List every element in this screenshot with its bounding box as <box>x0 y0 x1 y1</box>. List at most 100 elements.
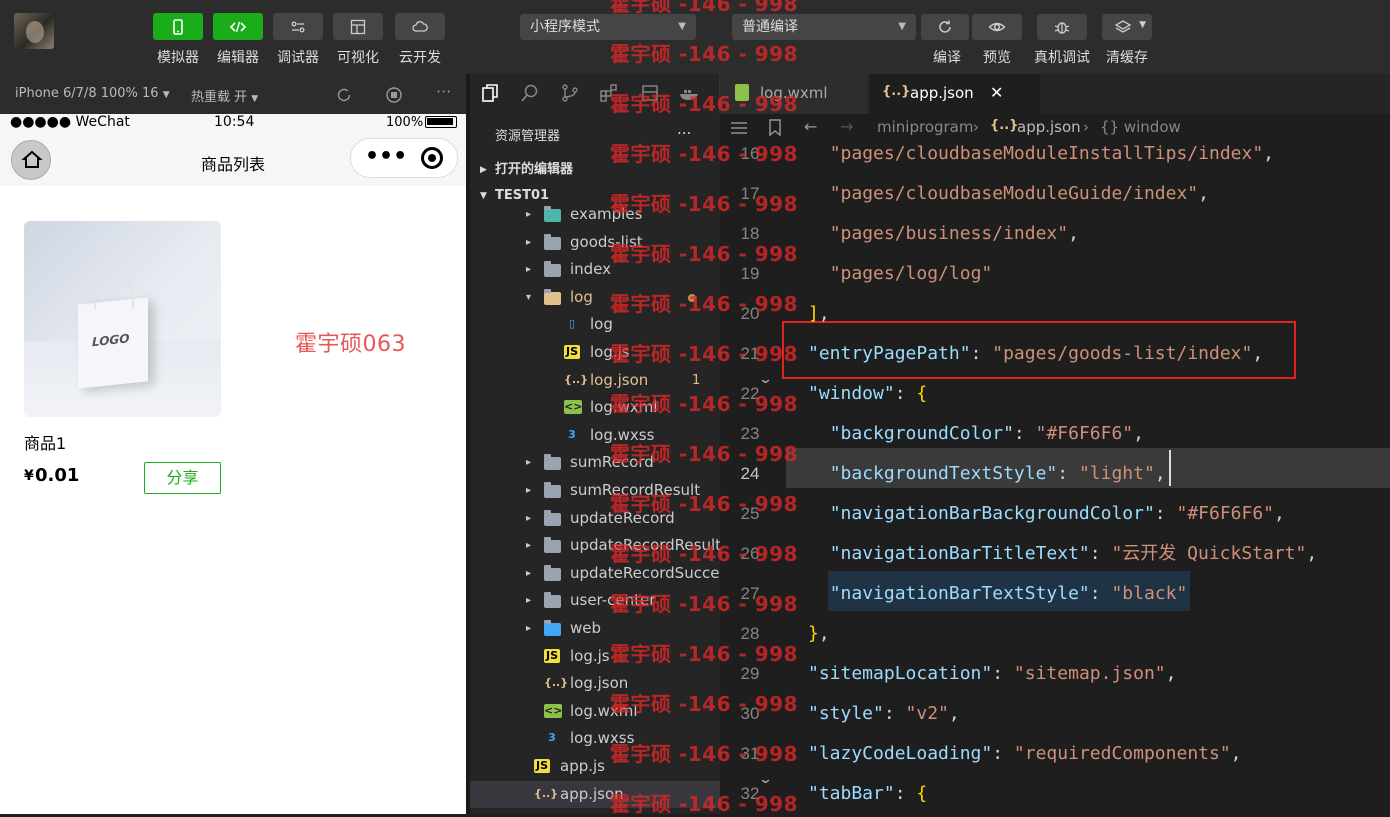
files-icon[interactable] <box>480 83 500 103</box>
tree-item[interactable]: ▸ goods-list <box>470 229 720 256</box>
clear-cache-button[interactable]: ▼ <box>1102 14 1152 40</box>
product-image[interactable]: LOGO <box>24 221 221 417</box>
tab-log-wxml[interactable]: log.wxml <box>720 74 868 114</box>
tree-item[interactable]: ▸ sumRecordResult <box>470 477 720 504</box>
chevron-right-icon: ▸ <box>526 512 532 524</box>
git-branch-icon[interactable] <box>560 83 580 103</box>
tree-item[interactable]: ▸ examples <box>470 201 720 228</box>
tree-item-label: log.json <box>590 370 649 389</box>
json-file-icon: {..} <box>544 676 569 690</box>
folder-icon <box>544 261 561 278</box>
code-line[interactable]: 27 "navigationBarTextStyle": "black" <box>720 574 1390 614</box>
cloud-icon <box>412 20 428 32</box>
line-number: 19 <box>740 264 760 283</box>
hot-reload-select[interactable]: 热重载 开 ▼ <box>191 86 258 105</box>
code-line[interactable]: 19 "pages/log/log" <box>720 254 1390 294</box>
docker-icon[interactable] <box>678 83 700 103</box>
tree-item[interactable]: ▾ log <box>470 284 720 311</box>
compile-select[interactable]: 普通编译 ▼ <box>732 14 916 40</box>
code-text: "backgroundColor": "#F6F6F6", <box>829 423 1144 444</box>
more-icon[interactable]: ··· <box>436 82 451 101</box>
tree-item[interactable]: 3 log.wxss <box>470 725 720 752</box>
tree-item[interactable]: ▸ user-center <box>470 587 720 614</box>
code-line[interactable]: 17 "pages/cloudbaseModuleGuide/index", <box>720 174 1390 214</box>
close-icon[interactable]: ✕ <box>990 83 1003 102</box>
code-line[interactable]: 26 "navigationBarTitleText": "云开发 QuickS… <box>720 534 1390 574</box>
tree-item[interactable]: 3 log.wxss <box>470 422 720 449</box>
fold-chevron-icon[interactable]: ⌄ <box>758 772 773 787</box>
tree-item[interactable]: JS app.js <box>470 753 720 780</box>
mode-select[interactable]: 小程序模式 ▼ <box>520 14 696 40</box>
tree-item[interactable]: ▸ updateRecordSuccess <box>470 560 735 587</box>
simulator-toggle-button[interactable] <box>153 13 203 40</box>
search-icon[interactable] <box>520 83 540 103</box>
close-capsule-icon[interactable] <box>421 147 443 169</box>
tree-item-label: sumRecordResult <box>570 481 701 499</box>
editor-toggle-button[interactable] <box>213 13 263 40</box>
json-file-icon: {..} <box>990 118 1019 133</box>
tree-item[interactable]: JS log.js <box>470 339 720 366</box>
storage-icon[interactable] <box>640 83 660 103</box>
more-dots-icon[interactable]: ••• <box>365 143 407 171</box>
tree-item[interactable]: <> log.wxml <box>470 698 720 725</box>
tree-item[interactable]: ▸ sumRecord <box>470 449 720 476</box>
code-line[interactable]: 32 "tabBar": { <box>720 774 1390 814</box>
cloud-dev-label: 云开发 <box>399 50 441 66</box>
code-line[interactable]: 22 "window": { <box>720 374 1390 414</box>
code-line[interactable]: 20], <box>720 294 1390 334</box>
code-line[interactable]: 29 "sitemapLocation": "sitemap.json", <box>720 654 1390 694</box>
watermark-phone: 霍宇硕063 <box>295 332 406 357</box>
code-line[interactable]: 31 "lazyCodeLoading": "requiredComponents… <box>720 734 1390 774</box>
code-text: "navigationBarTextStyle": "black" <box>829 583 1188 604</box>
layout-icon <box>350 19 366 34</box>
tree-item[interactable]: JS log.js <box>470 643 720 670</box>
file-explorer: 资源管理器 ... ▶ 打开的编辑器 ▼ TEST01 ▸ examples ▸ go… <box>470 74 735 814</box>
code-line[interactable]: 25 "navigationBarBackgroundColor": "#F6F… <box>720 494 1390 534</box>
stop-icon[interactable] <box>385 86 403 104</box>
preview-button[interactable] <box>972 14 1022 40</box>
modified-dot-icon <box>688 293 696 302</box>
user-avatar[interactable] <box>14 13 54 49</box>
tab-label: log.wxml <box>760 84 828 102</box>
explorer-more-icon[interactable]: ... <box>677 120 691 138</box>
main-toolbar: 模拟器 编辑器 调试器 可视化 云开发 小程序模式 ▼ 普通编译 ▼ 编译 预览… <box>0 0 1390 74</box>
visual-toggle-button[interactable] <box>333 13 383 40</box>
code-line[interactable]: 30 "style": "v2", <box>720 694 1390 734</box>
tree-item[interactable]: ▯ log <box>470 311 720 338</box>
tree-item[interactable]: {..} app.json <box>470 780 720 808</box>
tree-item-label: updateRecordSuccess <box>570 563 736 582</box>
tree-item[interactable]: {..} log.json 1 <box>470 367 720 394</box>
wxml-file-icon <box>735 84 749 101</box>
line-number: 17 <box>740 184 760 203</box>
tree-item[interactable]: {..} log.json <box>470 670 720 697</box>
cloud-dev-button[interactable] <box>395 13 445 40</box>
tree-item[interactable]: ▸ index <box>470 256 720 283</box>
extensions-icon[interactable] <box>599 83 619 103</box>
tab-app-json[interactable]: {..} app.json ✕ <box>870 74 1040 114</box>
code-line[interactable]: 18 "pages/business/index", <box>720 214 1390 254</box>
code-text: "navigationBarTitleText": "云开发 QuickStar… <box>829 543 1318 564</box>
device-select[interactable]: iPhone 6/7/8 100% 16 ▼ <box>15 86 170 101</box>
share-button[interactable]: 分享 <box>144 462 221 494</box>
code-line[interactable]: 21 "entryPagePath": "pages/goods-list/ind… <box>720 334 1390 374</box>
code-line[interactable]: 16 "pages/cloudbaseModuleInstallTips/ind… <box>720 134 1390 174</box>
code-line[interactable]: 23 "backgroundColor": "#F6F6F6", <box>720 414 1390 454</box>
status-carrier: ●●●●● WeChat <box>10 114 130 130</box>
fold-chevron-icon[interactable]: ⌄ <box>758 372 773 387</box>
tree-item[interactable]: <> log.wxml <box>470 394 720 421</box>
bug-icon <box>1054 22 1070 34</box>
code-text: "pages/cloudbaseModuleGuide/index", <box>829 183 1209 204</box>
chevron-right-icon: ▶ <box>480 165 487 175</box>
reload-icon[interactable] <box>335 86 353 104</box>
js-file-icon: JS <box>564 345 580 359</box>
tree-item[interactable]: ▸ web <box>470 615 720 642</box>
tree-item[interactable]: ▸ updateRecord <box>470 505 720 532</box>
code-line[interactable]: 28}, <box>720 614 1390 654</box>
tree-item[interactable]: ▸ updateRecordResult <box>470 532 721 559</box>
compile-button[interactable] <box>921 14 969 40</box>
open-editors-section[interactable]: ▶ 打开的编辑器 <box>470 158 720 182</box>
line-number: 31 <box>740 744 760 763</box>
code-line[interactable]: 24 "backgroundTextStyle": "light", <box>720 454 1390 494</box>
debugger-toggle-button[interactable] <box>273 13 323 40</box>
remote-debug-button[interactable] <box>1037 14 1087 40</box>
